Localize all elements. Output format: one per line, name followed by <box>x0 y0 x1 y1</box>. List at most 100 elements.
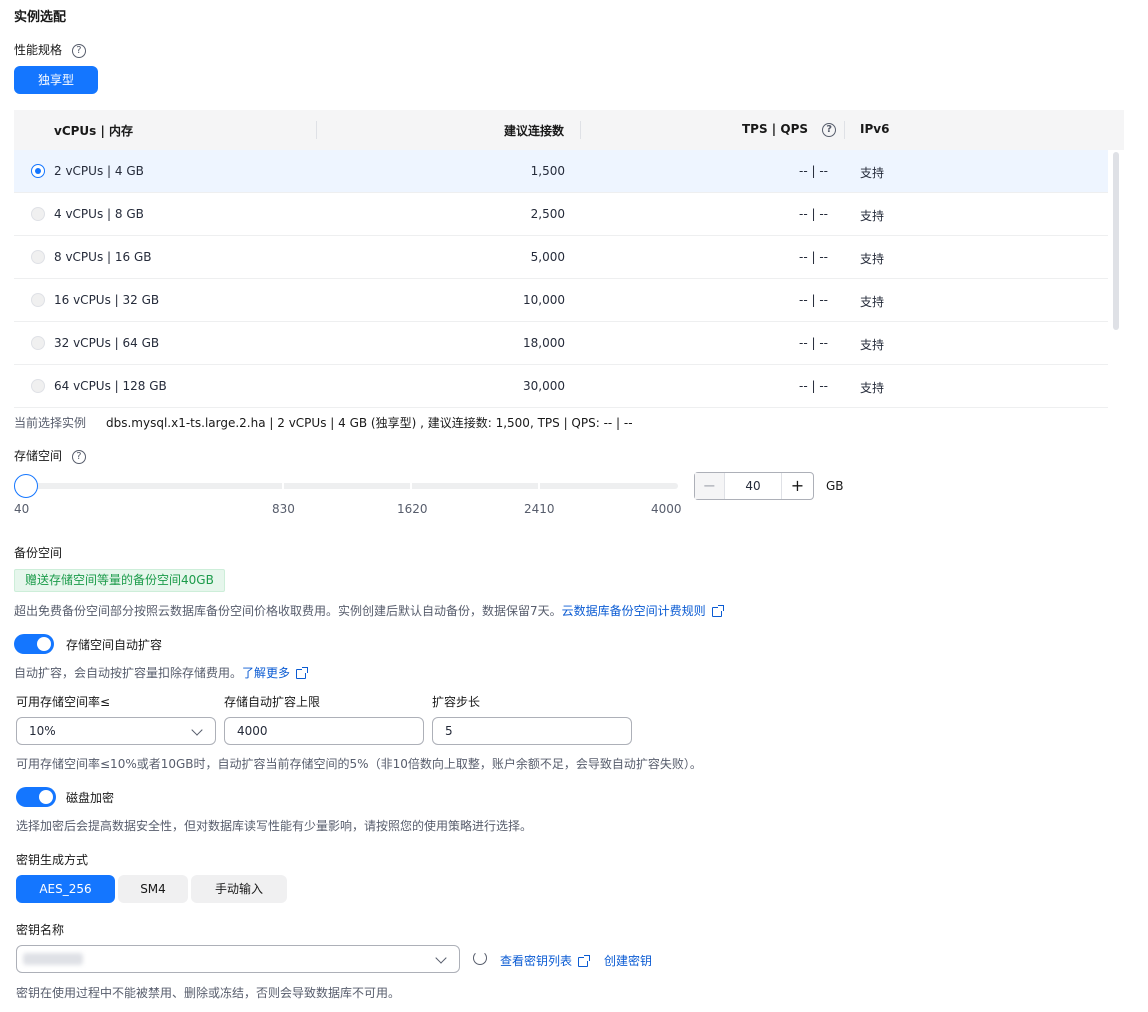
spec-cell: 8 vCPUs | 16 GB <box>54 250 152 264</box>
current-selection-label: 当前选择实例 <box>14 416 87 430</box>
connections-cell: 10,000 <box>523 293 565 307</box>
col-header-tps-qps: TPS | QPS ? <box>742 122 837 137</box>
radio-button[interactable] <box>31 293 45 307</box>
tps-qps-cell: -- | -- <box>799 250 828 264</box>
section-title: 实例选配 <box>14 10 67 25</box>
slider-tick-label: 1620 <box>397 502 428 516</box>
slider-divider <box>282 483 284 489</box>
create-key-link[interactable]: 创建密钥 <box>604 952 652 969</box>
storage-label: 存储空间 ? <box>14 447 86 464</box>
current-selection-value: dbs.mysql.x1-ts.large.2.ha | 2 vCPUs | 4… <box>106 416 633 430</box>
table-row[interactable]: 2 vCPUs | 4 GB 1,500 -- | -- 支持 <box>14 150 1108 193</box>
method-sm4-button[interactable]: SM4 <box>118 875 188 903</box>
storage-stepper[interactable]: − 40 + <box>694 472 814 500</box>
storage-slider-track[interactable] <box>26 483 678 489</box>
ipv6-cell: 支持 <box>860 252 885 266</box>
ipv6-cell: 支持 <box>860 295 885 309</box>
storage-label-text: 存储空间 <box>14 449 63 463</box>
help-icon[interactable]: ? <box>822 122 837 137</box>
slider-tick-label: 2410 <box>524 502 555 516</box>
backup-free-tag: 赠送存储空间等量的备份空间40GB <box>14 569 225 592</box>
encryption-toggle[interactable] <box>16 787 56 807</box>
chevron-down-icon <box>191 724 203 736</box>
backup-desc-text: 超出免费备份空间部分按照云数据库备份空间价格收取费用。实例创建后默认自动备份，数… <box>14 604 562 618</box>
spec-cell: 32 vCPUs | 64 GB <box>54 336 160 350</box>
autoscale-description: 自动扩容，会自动按扩容量扣除存储费用。了解更多 <box>14 664 309 681</box>
ratio-select-value: 10% <box>29 724 56 738</box>
col-header-ipv6: IPv6 <box>860 122 890 136</box>
col-divider <box>580 121 581 139</box>
connections-cell: 30,000 <box>523 379 565 393</box>
autoscale-toggle[interactable] <box>14 634 54 654</box>
ipv6-cell: 支持 <box>860 338 885 352</box>
radio-button[interactable] <box>31 336 45 350</box>
col-header-tps-qps-text: TPS | QPS <box>742 122 808 136</box>
col-header-connections: 建议连接数 <box>504 124 565 138</box>
tps-qps-cell: -- | -- <box>799 293 828 307</box>
autoscale-label: 存储空间自动扩容 <box>66 638 163 652</box>
connections-cell: 1,500 <box>530 164 565 178</box>
external-link-icon[interactable] <box>711 604 724 617</box>
external-link-icon[interactable] <box>296 666 309 679</box>
exclusive-type-button[interactable]: 独享型 <box>14 66 98 94</box>
table-row[interactable]: 16 vCPUs | 32 GB 10,000 -- | -- 支持 <box>14 279 1108 322</box>
increment-button[interactable]: + <box>781 473 813 499</box>
radio-button[interactable] <box>31 379 45 393</box>
backup-description: 超出免费备份空间部分按照云数据库备份空间价格收取费用。实例创建后默认自动备份，数… <box>14 602 724 619</box>
tps-qps-cell: -- | -- <box>799 336 828 350</box>
external-link-icon[interactable] <box>578 954 591 967</box>
tps-qps-cell: -- | -- <box>799 207 828 221</box>
step-input[interactable]: 5 <box>432 717 632 745</box>
redacted-key-name <box>23 953 83 965</box>
col-divider <box>316 121 317 139</box>
tps-qps-cell: -- | -- <box>799 379 828 393</box>
method-aes256-button[interactable]: AES_256 <box>16 875 115 903</box>
autoscale-desc-text: 自动扩容，会自动按扩容量扣除存储费用。 <box>14 666 243 680</box>
tps-qps-cell: -- | -- <box>799 164 828 178</box>
encryption-description: 选择加密后会提高数据安全性，但对数据库读写性能有少量影响，请按照您的使用策略进行… <box>16 819 533 833</box>
step-label: 扩容步长 <box>432 695 481 709</box>
method-manual-button[interactable]: 手动输入 <box>191 875 287 903</box>
slider-tick-label: 4000 <box>651 502 682 516</box>
spec-table-header: vCPUs | 内存 建议连接数 TPS | QPS ? IPv6 <box>14 110 1124 150</box>
limit-input[interactable]: 4000 <box>224 717 424 745</box>
table-scrollbar[interactable] <box>1113 152 1119 330</box>
connections-cell: 18,000 <box>523 336 565 350</box>
table-row[interactable]: 64 vCPUs | 128 GB 30,000 -- | -- 支持 <box>14 365 1108 408</box>
radio-button[interactable] <box>31 250 45 264</box>
help-icon[interactable]: ? <box>71 449 86 464</box>
ipv6-cell: 支持 <box>860 209 885 223</box>
spec-cell: 4 vCPUs | 8 GB <box>54 207 144 221</box>
table-row[interactable]: 8 vCPUs | 16 GB 5,000 -- | -- 支持 <box>14 236 1108 279</box>
refresh-icon[interactable] <box>473 951 487 965</box>
autoscale-note: 可用存储空间率≤10%或者10GB时，自动扩容当前存储空间的5%（非10倍数向上… <box>16 757 702 771</box>
storage-slider-thumb[interactable] <box>14 474 38 498</box>
view-keys-text[interactable]: 查看密钥列表 <box>500 954 572 968</box>
decrement-button[interactable]: − <box>695 473 725 499</box>
limit-label: 存储自动扩容上限 <box>224 695 321 709</box>
view-keys-link[interactable]: 查看密钥列表 <box>500 952 591 969</box>
connections-cell: 2,500 <box>530 207 565 221</box>
radio-button[interactable] <box>31 164 45 178</box>
storage-unit: GB <box>826 479 844 493</box>
help-icon[interactable]: ? <box>71 43 86 58</box>
backup-label: 备份空间 <box>14 546 63 560</box>
ratio-select[interactable]: 10% <box>16 717 216 745</box>
radio-button[interactable] <box>31 207 45 221</box>
table-row[interactable]: 32 vCPUs | 64 GB 18,000 -- | -- 支持 <box>14 322 1108 365</box>
chevron-down-icon <box>435 952 447 964</box>
table-row[interactable]: 4 vCPUs | 8 GB 2,500 -- | -- 支持 <box>14 193 1108 236</box>
slider-tick-label: 830 <box>272 502 295 516</box>
ipv6-cell: 支持 <box>860 166 885 180</box>
key-name-select[interactable] <box>16 945 460 973</box>
backup-pricing-link[interactable]: 云数据库备份空间计费规则 <box>562 604 706 618</box>
slider-divider <box>538 483 540 489</box>
ipv6-cell: 支持 <box>860 381 885 395</box>
connections-cell: 5,000 <box>530 250 565 264</box>
col-divider <box>844 121 845 139</box>
perf-spec-text: 性能规格 <box>14 43 63 57</box>
storage-value-input[interactable]: 40 <box>725 479 781 493</box>
key-method-label: 密钥生成方式 <box>16 853 89 867</box>
learn-more-link[interactable]: 了解更多 <box>242 666 290 680</box>
col-header-vcpus: vCPUs | 内存 <box>54 124 134 138</box>
